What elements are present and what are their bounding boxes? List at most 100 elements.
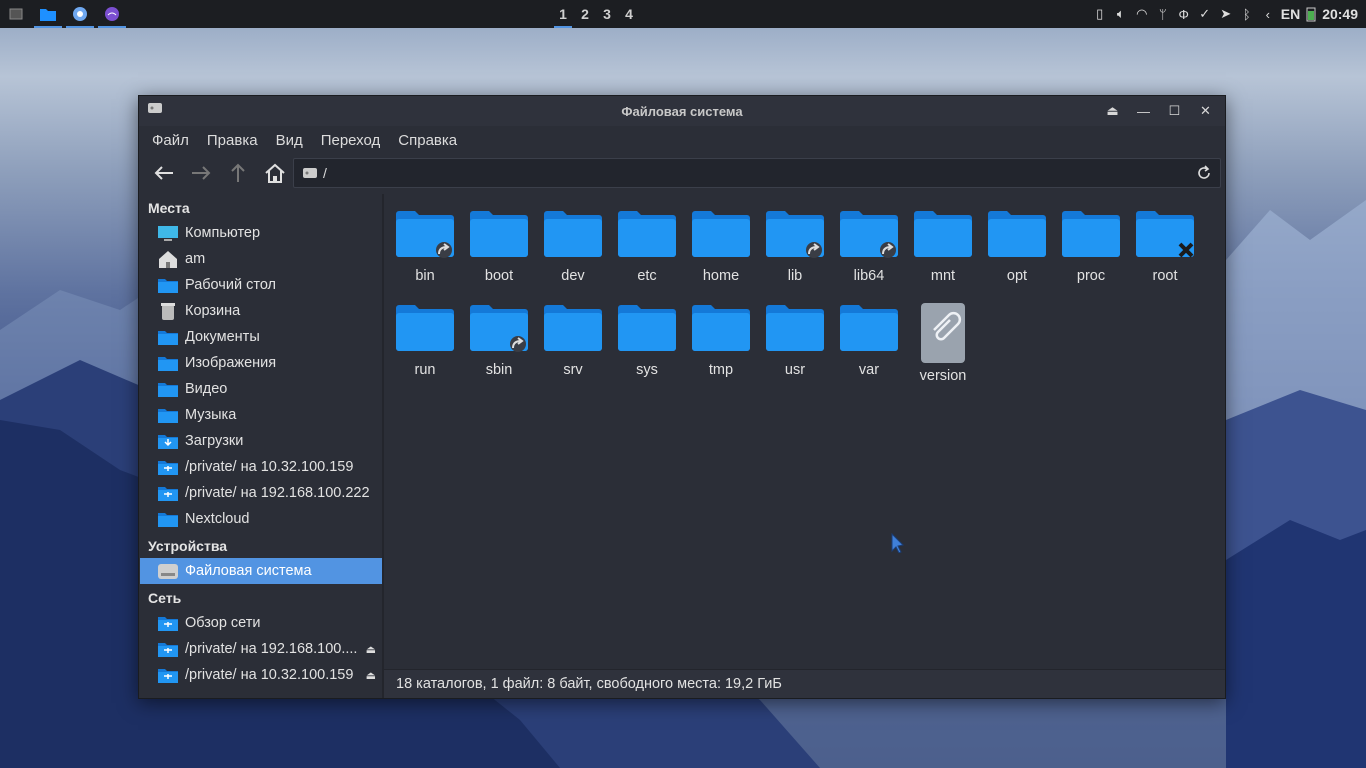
vpn-icon[interactable]: Φ: [1176, 6, 1192, 22]
file-item[interactable]: var: [832, 302, 906, 384]
file-item[interactable]: dev: [536, 208, 610, 284]
sidebar-place-item[interactable]: Корзина: [140, 298, 382, 324]
sidebar-device-item[interactable]: Файловая система: [140, 558, 382, 584]
sidebar-device-item-label: Файловая система: [185, 563, 312, 579]
bluetooth-icon[interactable]: ᛒ: [1239, 6, 1255, 22]
desktop-1-button[interactable]: 1: [552, 0, 574, 28]
taskbar-app[interactable]: [96, 0, 128, 28]
file-item[interactable]: version: [906, 302, 980, 384]
wifi-icon[interactable]: ◠: [1134, 6, 1150, 22]
window-title: Файловая система: [621, 104, 743, 119]
drive-icon: [303, 168, 317, 178]
documents-folder-icon: [157, 328, 179, 346]
desktop-3-button[interactable]: 3: [596, 0, 618, 28]
bluetooth-bridge-icon[interactable]: ᛘ: [1155, 6, 1171, 22]
arrow-up-icon: [230, 163, 245, 182]
sidebar-place-item[interactable]: am: [140, 246, 382, 272]
desktop-folder-icon: [157, 276, 179, 294]
menu-help[interactable]: Справка: [389, 132, 466, 149]
location-bar[interactable]: /: [293, 158, 1221, 188]
file-item[interactable]: opt: [980, 208, 1054, 284]
taskbar-browser[interactable]: [64, 0, 96, 28]
eject-icon[interactable]: ⏏: [366, 643, 376, 656]
file-item-label: proc: [1076, 268, 1106, 284]
network-folder-icon: [157, 640, 179, 658]
telegram-icon[interactable]: ➤: [1218, 6, 1234, 22]
home-button[interactable]: [256, 157, 293, 189]
file-item[interactable]: sbin: [462, 302, 536, 384]
file-item[interactable]: home: [684, 208, 758, 284]
sidebar-place-item[interactable]: Nextcloud: [140, 506, 382, 532]
menu-go[interactable]: Переход: [312, 132, 390, 149]
arrow-left-icon: [154, 166, 173, 180]
network-folder-icon: [157, 666, 179, 684]
close-button[interactable]: ✕: [1190, 96, 1221, 126]
sidebar-place-item[interactable]: Видео: [140, 376, 382, 402]
desktop-2-button[interactable]: 2: [574, 0, 596, 28]
file-item-label: run: [414, 362, 436, 378]
sidebar-network-item[interactable]: /private/ на 192.168.100.... ⏏: [140, 636, 382, 662]
file-item[interactable]: run: [388, 302, 462, 384]
reload-icon[interactable]: [1196, 165, 1212, 181]
file-item[interactable]: root: [1128, 208, 1202, 284]
file-item[interactable]: tmp: [684, 302, 758, 384]
panel-menu-button[interactable]: [0, 0, 32, 28]
volume-icon[interactable]: 🔈︎: [1113, 6, 1129, 22]
sidebar-place-item-label: Документы: [185, 329, 260, 345]
folder-icon: [616, 208, 678, 260]
file-item[interactable]: proc: [1054, 208, 1128, 284]
sidebar-network-item[interactable]: /private/ на 10.32.100.159 ⏏: [140, 662, 382, 688]
file-item-label: srv: [563, 362, 583, 378]
places-header: Места: [148, 200, 190, 216]
file-item-label: bin: [415, 268, 435, 284]
file-item[interactable]: etc: [610, 208, 684, 284]
menu-view[interactable]: Вид: [267, 132, 312, 149]
file-item-label: var: [858, 362, 880, 378]
file-view[interactable]: bin boot dev etc home lib lib64 mnt opt proc root r…: [384, 194, 1225, 669]
sidebar-place-item-label: /private/ на 192.168.100.222: [185, 485, 370, 501]
sidebar-place-item[interactable]: /private/ на 10.32.100.159: [140, 454, 382, 480]
forward-button[interactable]: [182, 157, 219, 189]
up-button[interactable]: [219, 157, 256, 189]
file-item[interactable]: lib: [758, 208, 832, 284]
window-titlebar[interactable]: Файловая система ⏏ — ☐ ✕: [139, 96, 1225, 126]
maximize-button[interactable]: ☐: [1159, 96, 1190, 126]
folder-icon: [468, 302, 530, 354]
folder-icon: [1060, 208, 1122, 260]
minimize-button[interactable]: —: [1128, 96, 1159, 126]
sidebar-place-item[interactable]: Загрузки: [140, 428, 382, 454]
file-item[interactable]: bin: [388, 208, 462, 284]
file-item[interactable]: lib64: [832, 208, 906, 284]
file-item[interactable]: srv: [536, 302, 610, 384]
sidebar-place-item[interactable]: Изображения: [140, 350, 382, 376]
file-item[interactable]: sys: [610, 302, 684, 384]
sidebar-place-item-label: Видео: [185, 381, 228, 397]
videos-folder-icon: [157, 380, 179, 398]
sidebar-place-item[interactable]: Музыка: [140, 402, 382, 428]
folder-icon: [616, 302, 678, 354]
sidebar-place-item[interactable]: Рабочий стол: [140, 272, 382, 298]
terminal-icon: [9, 8, 23, 20]
clock[interactable]: 20:49: [1322, 6, 1358, 22]
sidebar-place-item[interactable]: /private/ на 192.168.100.222: [140, 480, 382, 506]
sidebar-network-item[interactable]: Обзор сети: [140, 610, 382, 636]
menu-edit[interactable]: Правка: [198, 132, 267, 149]
check-circle-icon[interactable]: ✓: [1197, 6, 1213, 22]
back-button[interactable]: [145, 157, 182, 189]
taskbar-file-manager[interactable]: [32, 0, 64, 28]
sidebar-place-item[interactable]: Компьютер: [140, 220, 382, 246]
file-item[interactable]: mnt: [906, 208, 980, 284]
battery-icon[interactable]: [1305, 6, 1317, 22]
tray-expand-icon[interactable]: ‹: [1260, 6, 1276, 22]
file-item-label: sbin: [485, 362, 513, 378]
sidebar-place-item-label: Загрузки: [185, 433, 244, 449]
shade-button[interactable]: ⏏: [1097, 96, 1128, 126]
desktop-4-button[interactable]: 4: [618, 0, 640, 28]
file-item[interactable]: usr: [758, 302, 832, 384]
keyboard-layout[interactable]: EN: [1281, 6, 1300, 22]
eject-icon[interactable]: ⏏: [366, 669, 376, 682]
file-item[interactable]: boot: [462, 208, 536, 284]
sidebar-place-item[interactable]: Документы: [140, 324, 382, 350]
menu-file[interactable]: Файл: [143, 132, 198, 149]
clipboard-icon[interactable]: ▯: [1092, 6, 1108, 22]
